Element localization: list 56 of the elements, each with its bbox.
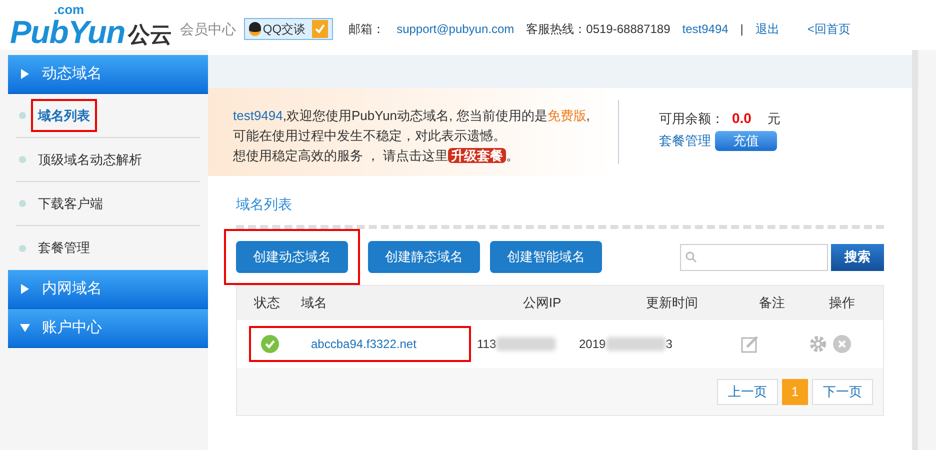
blurred-text <box>606 337 666 351</box>
column-header: 域名 <box>300 294 328 312</box>
blurred-text <box>496 337 556 351</box>
hotline-text: 客服热线：0519-68887189 <box>526 21 670 38</box>
create-button[interactable]: 创建智能域名 <box>490 241 602 273</box>
username-link[interactable]: test9494 <box>682 20 728 38</box>
subtitle: 会员中心 <box>180 20 236 38</box>
balance-amount: 0.0 <box>732 109 752 128</box>
sidebar-item[interactable]: 域名列表 <box>31 98 97 132</box>
search-field[interactable] <box>680 244 828 270</box>
logo[interactable]: .com PubYun公云 <box>10 2 172 48</box>
time-text: 3 <box>666 336 672 353</box>
column-header: 状态 <box>252 294 281 312</box>
upgrade-button[interactable]: 升级套餐 <box>448 148 506 163</box>
triangle-down-icon <box>20 323 30 333</box>
search-button[interactable]: 搜索 <box>831 244 884 270</box>
currency-unit: 元 <box>767 110 780 128</box>
home-link[interactable]: <回首页 <box>807 20 850 38</box>
separator: | <box>740 21 744 38</box>
search-icon <box>685 251 697 263</box>
plan-manage-link[interactable]: 套餐管理 <box>659 131 711 151</box>
sidebar-item[interactable]: 顶级域名动态解析 <box>31 142 149 176</box>
ip-text: 113 <box>477 336 496 353</box>
bullet-icon <box>19 156 26 163</box>
column-header: 公网IP <box>522 294 562 312</box>
sidebar-section[interactable]: 账户中心 <box>8 309 208 348</box>
column-header: 操作 <box>828 294 856 312</box>
email-link[interactable]: support@pubyun.com <box>396 20 514 38</box>
next-page-button[interactable]: 下一页 <box>812 378 873 404</box>
qq-chat-button[interactable]: QQ交谈 <box>244 18 333 40</box>
create-button[interactable]: 创建动态域名 <box>236 241 348 273</box>
welcome-notice: test9494,欢迎您使用PubYun动态域名, 您当前使用的是免费版, 可能在使用过程中发生不稳定，对此表示遗憾。 想使用稳定高效的服务 ， 请点击这里 升级套餐 。 <box>233 107 591 165</box>
close-icon[interactable] <box>833 335 851 353</box>
prev-page-button[interactable]: 上一页 <box>717 378 778 404</box>
bullet-icon <box>19 244 26 252</box>
triangle-right-icon <box>20 284 30 294</box>
sidebar-section[interactable]: 内网域名 <box>8 270 208 309</box>
section-title: 域名列表 <box>236 195 293 214</box>
domain-link[interactable]: abccba94.f3322.net <box>311 335 416 353</box>
check-icon <box>312 20 328 38</box>
column-header: 更新时间 <box>645 294 699 312</box>
edit-icon[interactable] <box>741 335 759 353</box>
bullet-icon <box>19 112 26 119</box>
bullet-icon <box>19 200 26 207</box>
sidebar-item[interactable]: 下载客户端 <box>31 186 110 220</box>
gear-icon[interactable] <box>809 335 827 353</box>
email-label: 邮箱： <box>348 21 385 38</box>
column-header: 备注 <box>758 294 786 312</box>
create-button[interactable]: 创建静态域名 <box>368 241 480 273</box>
time-text: 2019 <box>579 336 606 353</box>
recharge-button[interactable]: 充值 <box>715 131 777 151</box>
logout-link[interactable]: 退出 <box>755 20 780 38</box>
sidebar-item[interactable]: 套餐管理 <box>31 231 97 265</box>
balance-label: 可用余额： <box>659 110 724 128</box>
triangle-right-icon <box>20 69 30 79</box>
sidebar-section[interactable]: 动态域名 <box>8 55 208 94</box>
